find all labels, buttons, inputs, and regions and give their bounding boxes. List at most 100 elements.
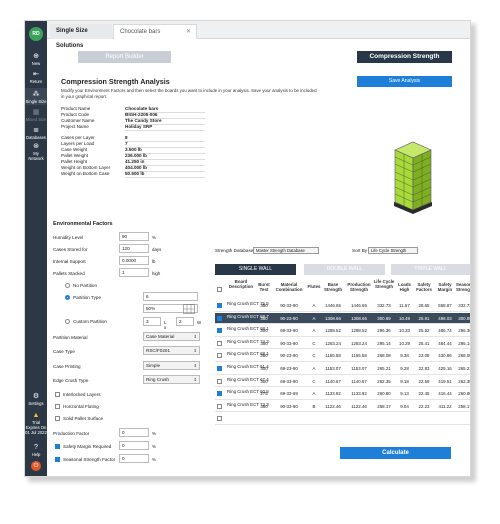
calculate-button[interactable]: Calculate: [340, 447, 451, 459]
production-factor-unit: %: [152, 431, 156, 436]
table-cell-ss: 300.99: [458, 315, 471, 321]
row-checkbox[interactable]: [217, 303, 222, 308]
sidebar-item-new[interactable]: ⊕ New: [25, 53, 47, 66]
tab-triple-wall[interactable]: TRIPLE WALL: [391, 264, 470, 275]
sidebar-item-return[interactable]: ⇤ Return: [25, 71, 47, 84]
table-row[interactable]: Ring Crush ECT 68.7 350 90-23-90 A 1308.66 13…: [215, 312, 471, 325]
partition-type-input[interactable]: 6: [143, 292, 198, 301]
case-type-select[interactable]: RSC/F0201: [143, 346, 200, 355]
table-row[interactable]: Ring Crush ECT 74.3 350 90-33-90 C 1283.24 12…: [215, 338, 470, 350]
sidebar-item-trial[interactable]: ▲ Trial Expires On 01 Jul 2022: [25, 412, 47, 435]
sidebar-item-power[interactable]: ⏻: [25, 461, 47, 472]
no-partition-radio[interactable]: [65, 283, 70, 288]
column-header[interactable]: Board Description: [225, 279, 257, 299]
row-checkbox[interactable]: [217, 416, 222, 422]
seasonal-strength-input[interactable]: 0: [119, 454, 149, 463]
table-row[interactable]: Ring Crush ECT 68.1 350 90-23-90 C 1165.58 11…: [215, 350, 470, 362]
row-checkbox[interactable]: [217, 391, 222, 397]
humidity-input[interactable]: 90: [119, 232, 149, 241]
column-header[interactable]: Production Strength: [345, 279, 373, 299]
column-header[interactable]: Safety Factors: [413, 279, 435, 299]
close-icon[interactable]: ✕: [186, 25, 191, 40]
sidebar-item-single-size[interactable]: ⁂ Single Size: [25, 88, 47, 105]
table-cell-life: 300.99: [377, 315, 391, 321]
tab-chocolate-bars[interactable]: Chocolate bars ✕: [113, 24, 197, 39]
column-header[interactable]: Base Strength: [322, 279, 344, 299]
sidebar-item-databases[interactable]: ≣ Databases: [25, 127, 47, 140]
custom-partition-label: Custom Partition: [73, 319, 107, 324]
table-cell-mat: 90-33-90: [280, 303, 298, 308]
table-cell-life: 260.80: [377, 391, 391, 397]
tab-single-size-solutions[interactable]: Single Size Solutions: [50, 24, 112, 49]
column-header[interactable]: Season Streng: [456, 279, 470, 299]
app-window: RD ⊕ New ⇤ Return ⁂ Single Size ▦ Mixed Size…: [24, 20, 471, 477]
internal-support-input[interactable]: 0.0000: [119, 256, 149, 265]
row-checkbox[interactable]: [217, 315, 222, 321]
column-header[interactable]: Safety Margin: [435, 279, 455, 299]
column-header[interactable]: Loads High: [396, 279, 413, 299]
sort-by-select[interactable]: Life Cycle Strength: [368, 247, 418, 254]
column-header[interactable]: Life Cycle Strength: [373, 279, 395, 299]
avatar[interactable]: RD: [29, 27, 43, 41]
row-checkbox[interactable]: [217, 328, 222, 334]
table-row[interactable]: Ring Crush ECT 61.4 300 69-23-90 A 1153.07 11…: [215, 363, 471, 375]
seasonal-strength-checkbox[interactable]: [55, 457, 60, 462]
sidebar-item-help[interactable]: ? Help: [25, 444, 47, 457]
custom-partition-radio[interactable]: [65, 319, 70, 324]
cases-stored-input[interactable]: 120: [119, 244, 149, 253]
row-checkbox[interactable]: [217, 340, 222, 346]
table-cell-ss: 265.21: [458, 366, 471, 371]
row-checkbox[interactable]: [217, 366, 222, 371]
horizontal-fluting-label: Horizontal Fluting: [63, 404, 99, 409]
strength-database-select[interactable]: Master Strength Database: [253, 247, 319, 254]
save-analysis-button[interactable]: Save Analysis: [357, 76, 452, 87]
sidebar-item-mixed-size[interactable]: ▦ Mixed Size: [25, 109, 47, 122]
solid-pallet-checkbox[interactable]: [55, 416, 60, 421]
tab-single-wall[interactable]: SINGLE WALL: [215, 264, 296, 275]
table-cell-prod: 1153.07: [351, 366, 367, 371]
row-checkbox[interactable]: [217, 403, 222, 409]
partition-type-radio[interactable]: [65, 295, 70, 300]
interlocked-layers-checkbox[interactable]: [55, 392, 60, 397]
plus-icon: ⊕: [33, 53, 39, 60]
table-row[interactable]: Ring Crush ECT 67.4 300 69-33-90 C 1140.67 11…: [215, 376, 470, 388]
sidebar-item-settings[interactable]: ⚙ Settings: [25, 393, 47, 406]
edge-crush-select[interactable]: Ring Crush: [143, 375, 200, 384]
row-checkbox[interactable]: [217, 353, 222, 359]
table-row[interactable]: [215, 413, 470, 425]
table-cell-life: [373, 413, 395, 425]
sidebar-item-my-network[interactable]: ⊛ My Network: [25, 143, 47, 161]
solid-pallet-label: Solid Pallet Surface: [63, 416, 104, 421]
column-header[interactable]: Burst Test: [257, 279, 271, 299]
table-cell-desc: Ring Crush ECT 68.1: [227, 326, 269, 332]
compression-strength-button[interactable]: Compression Strength: [357, 51, 452, 63]
table-cell-life: 268.08: [377, 353, 391, 359]
safety-margin-checkbox[interactable]: [55, 444, 60, 449]
column-header[interactable]: Flutes: [306, 279, 322, 299]
table-cell-base: 1308.66: [325, 315, 341, 321]
cases-stored-label: Cases Stored for: [53, 247, 88, 252]
table-cell-desc: Ring Crush ECT 67.4: [227, 376, 269, 382]
table-cell-desc: [227, 413, 257, 425]
table-row[interactable]: Ring Crush ECT 73.3 350 90-33-90 B 1122.46 11…: [215, 401, 470, 413]
table-row[interactable]: Ring Crush ECT 75.5 350 90-33-90 A 1446.65 14…: [215, 300, 470, 312]
pallets-stacked-label: Pallets Stacked: [53, 271, 85, 276]
custom-length-input[interactable]: 3: [143, 317, 161, 326]
case-printing-select[interactable]: Simple: [143, 361, 200, 370]
pallets-stacked-input[interactable]: 1: [119, 268, 149, 277]
safety-margin-label: Safety Margin Required: [63, 444, 112, 449]
report-builder-button[interactable]: Report Builder: [78, 51, 171, 63]
horizontal-fluting-checkbox[interactable]: [55, 404, 60, 409]
case-printing-label: Case Printing: [53, 364, 81, 369]
table-row[interactable]: Ring Crush ECT 68.1 300 69-33-90 A 1288.52 12…: [215, 325, 470, 337]
column-header[interactable]: Material Combination: [272, 279, 306, 299]
table-cell-flute: B: [312, 403, 316, 409]
partition-material-select[interactable]: Case Material: [143, 332, 200, 341]
row-checkbox[interactable]: [217, 378, 222, 384]
tab-double-wall[interactable]: DOUBLE WALL: [304, 264, 385, 275]
production-factor-input[interactable]: 0: [119, 428, 149, 437]
table-row[interactable]: Ring Crush ECT 60.8 275 69-33-69 A 1133.92 11…: [215, 388, 470, 400]
custom-width-input[interactable]: 2: [176, 317, 194, 326]
select-all-checkbox[interactable]: [217, 287, 222, 292]
safety-margin-input[interactable]: 0: [119, 441, 149, 450]
